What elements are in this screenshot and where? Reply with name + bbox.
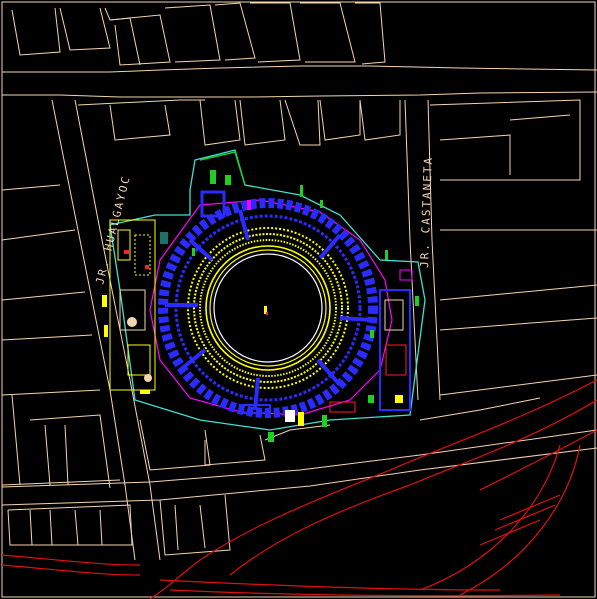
arena-ring [213,253,323,363]
cad-site-plan: JR. HUALGAYOC JR. CASTANETA [0,0,597,599]
